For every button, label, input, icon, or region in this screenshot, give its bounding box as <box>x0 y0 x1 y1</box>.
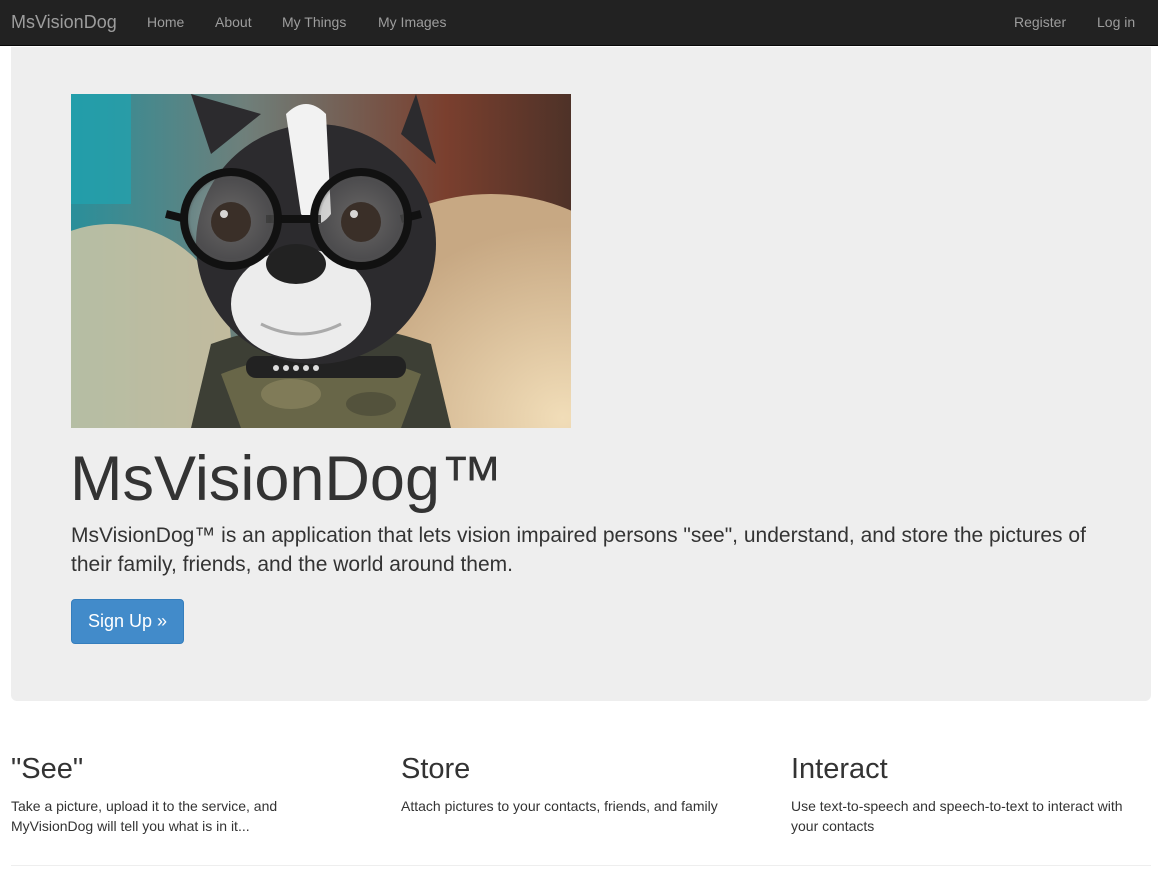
nav-my-images-link[interactable]: My Images <box>378 14 446 30</box>
hero-dog-image <box>71 94 571 428</box>
feature-see-text: Take a picture, upload it to the service… <box>11 798 278 834</box>
brand-link[interactable]: MsVisionDog <box>11 12 117 32</box>
feature-store-heading: Store <box>401 753 471 785</box>
nav-login-link[interactable]: Log in <box>1097 14 1135 30</box>
feature-interact: Interact Use text-to-speech and speech-t… <box>791 752 1131 836</box>
feature-see: "See" Take a picture, upload it to the s… <box>11 752 351 836</box>
nav-about-link[interactable]: About <box>215 14 252 30</box>
feature-see-heading: "See" <box>11 753 84 785</box>
hero-section: MsVisionDog™ MsVisionDog™ is an applicat… <box>11 47 1151 701</box>
nav-my-things-link[interactable]: My Things <box>282 14 346 30</box>
nav-register-link[interactable]: Register <box>1014 14 1066 30</box>
feature-store-text: Attach pictures to your contacts, friend… <box>401 798 718 814</box>
navbar: MsVisionDog Home About My Things My Imag… <box>0 0 1158 46</box>
hero-title: MsVisionDog™ <box>70 444 504 514</box>
footer-divider <box>11 865 1151 866</box>
sign-up-button[interactable]: Sign Up » <box>71 599 184 644</box>
feature-interact-heading: Interact <box>791 753 888 785</box>
feature-store: Store Attach pictures to your contacts, … <box>401 752 741 816</box>
dog-with-glasses-illustration <box>71 94 571 428</box>
feature-interact-text: Use text-to-speech and speech-to-text to… <box>791 798 1123 834</box>
nav-home-link[interactable]: Home <box>147 14 184 30</box>
hero-description: MsVisionDog™ is an application that lets… <box>71 524 1086 576</box>
